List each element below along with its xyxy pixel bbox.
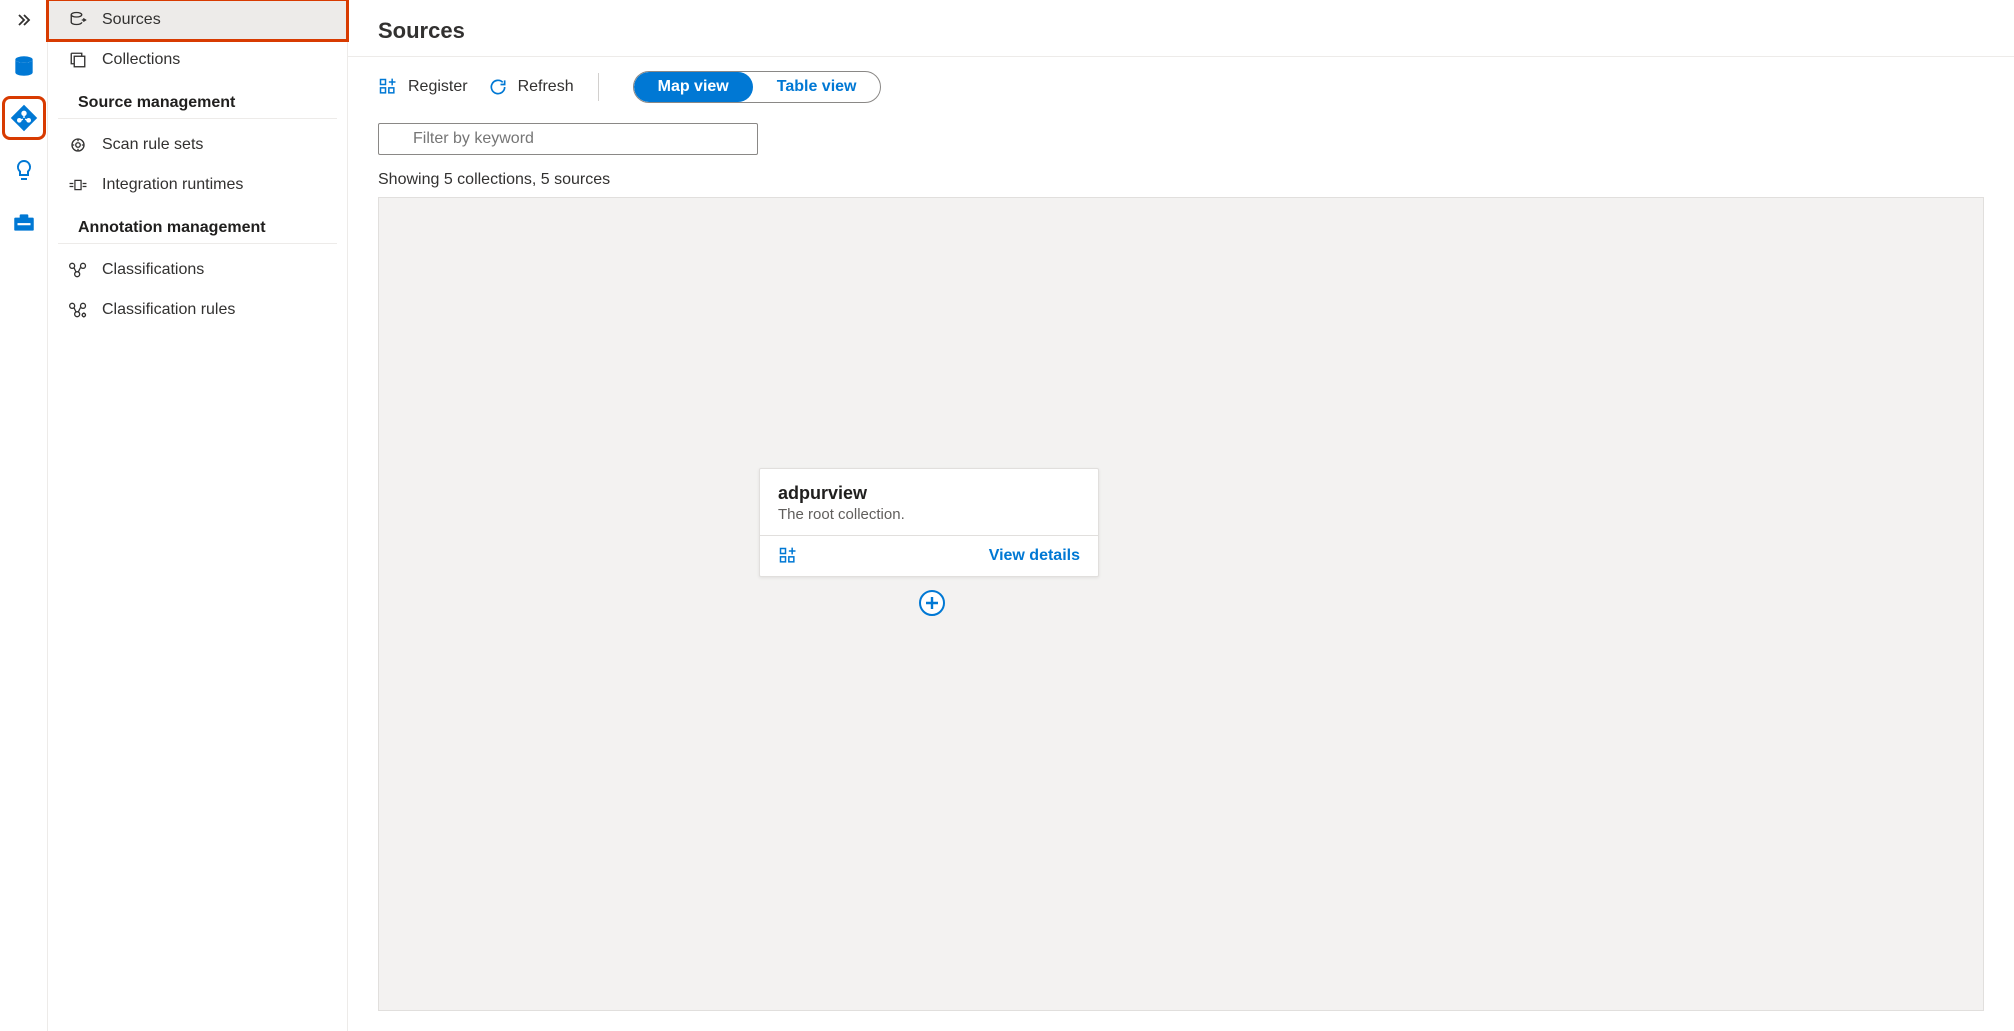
sidebar-item-collections[interactable]: Collections bbox=[48, 40, 347, 80]
sidebar-item-label: Collections bbox=[102, 51, 180, 69]
sidebar-section-source-mgmt: Source management bbox=[58, 80, 337, 119]
add-node-button[interactable] bbox=[919, 590, 945, 616]
rail-item-catalog[interactable] bbox=[6, 48, 42, 84]
rail-item-management[interactable] bbox=[6, 204, 42, 240]
main-area: Sources Register Refresh Map view Table … bbox=[348, 0, 2014, 1031]
showing-text: Showing 5 collections, 5 sources bbox=[348, 161, 2014, 197]
collection-node-footer: View details bbox=[760, 536, 1098, 576]
map-view-button[interactable]: Map view bbox=[634, 72, 753, 102]
classification-rules-icon bbox=[68, 300, 88, 320]
sidebar: Sources Collections Source management Sc… bbox=[48, 0, 348, 1031]
icon-rail bbox=[0, 0, 48, 1031]
filter-row bbox=[348, 117, 2014, 161]
sidebar-item-sources[interactable]: Sources bbox=[48, 0, 347, 40]
collection-subtitle: The root collection. bbox=[778, 506, 1080, 523]
rail-item-data-map[interactable] bbox=[6, 100, 42, 136]
rail-item-insights[interactable] bbox=[6, 152, 42, 188]
collections-icon bbox=[68, 50, 88, 70]
source-icon bbox=[68, 10, 88, 30]
expand-rail-button[interactable] bbox=[8, 8, 40, 32]
sidebar-item-scan-rule-sets[interactable]: Scan rule sets bbox=[48, 125, 347, 165]
filter-input[interactable] bbox=[378, 123, 758, 155]
sidebar-item-integration-runtimes[interactable]: Integration runtimes bbox=[48, 165, 347, 205]
refresh-button[interactable]: Refresh bbox=[488, 77, 574, 97]
lightbulb-icon bbox=[12, 158, 36, 182]
collection-node[interactable]: adpurview The root collection. View deta… bbox=[759, 468, 1099, 577]
refresh-label: Refresh bbox=[518, 78, 574, 96]
sidebar-item-label: Scan rule sets bbox=[102, 136, 203, 154]
map-canvas[interactable]: adpurview The root collection. View deta… bbox=[378, 197, 1984, 1011]
table-view-button[interactable]: Table view bbox=[753, 72, 881, 102]
sidebar-item-label: Integration runtimes bbox=[102, 176, 243, 194]
toolbox-icon bbox=[11, 209, 37, 235]
toolbar: Register Refresh Map view Table view bbox=[348, 57, 2014, 117]
chevrons-right-icon bbox=[16, 12, 32, 28]
database-icon bbox=[11, 53, 37, 79]
sidebar-item-label: Classification rules bbox=[102, 301, 235, 319]
register-icon bbox=[378, 77, 398, 97]
sidebar-item-classification-rules[interactable]: Classification rules bbox=[48, 290, 347, 330]
page-title: Sources bbox=[348, 0, 2014, 57]
register-button[interactable]: Register bbox=[378, 77, 468, 97]
refresh-icon bbox=[488, 77, 508, 97]
runtime-icon bbox=[68, 175, 88, 195]
diamond-map-icon bbox=[10, 104, 38, 132]
view-details-link[interactable]: View details bbox=[989, 547, 1080, 565]
toolbar-separator bbox=[598, 73, 599, 101]
sidebar-item-label: Sources bbox=[102, 11, 161, 29]
sidebar-section-annotation-mgmt: Annotation management bbox=[58, 205, 337, 244]
collection-title: adpurview bbox=[778, 483, 1080, 504]
view-toggle: Map view Table view bbox=[633, 71, 882, 103]
collection-node-header: adpurview The root collection. bbox=[760, 469, 1098, 536]
scan-icon bbox=[68, 135, 88, 155]
sidebar-item-label: Classifications bbox=[102, 261, 204, 279]
grid-add-icon[interactable] bbox=[778, 546, 798, 566]
classification-icon bbox=[68, 260, 88, 280]
sidebar-item-classifications[interactable]: Classifications bbox=[48, 250, 347, 290]
register-label: Register bbox=[408, 78, 468, 96]
